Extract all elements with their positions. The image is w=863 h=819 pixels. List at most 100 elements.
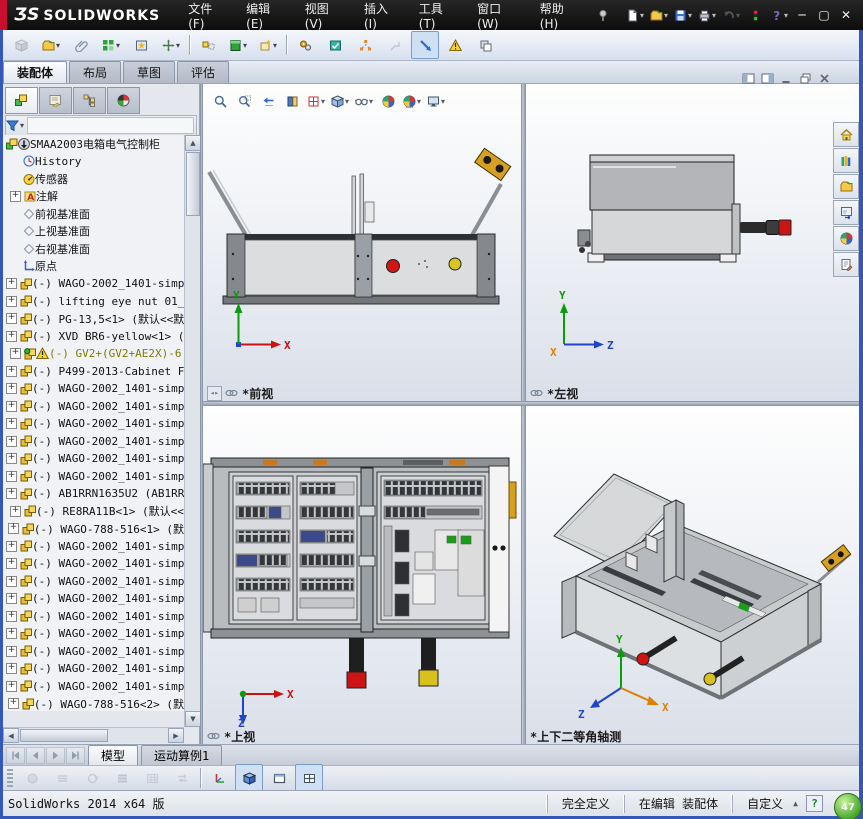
tree-item[interactable]: + (-) GV2+(GV2+AE2X)-6: [3, 345, 184, 363]
dropdown-arrow-icon[interactable]: ▾: [321, 97, 325, 106]
filter-results-button[interactable]: [108, 764, 136, 792]
tab-motion-study-1[interactable]: 运动算例1: [141, 745, 223, 765]
tree-item[interactable]: + (-) WAGO-2002_1401-simp: [3, 660, 184, 678]
dropdown-arrow-icon[interactable]: ▾: [243, 41, 247, 50]
tab-assembly[interactable]: 装配体: [3, 61, 68, 83]
expand-toggle[interactable]: +: [6, 365, 17, 377]
minimize-window-button[interactable]: ─: [791, 6, 813, 24]
tree-item[interactable]: + (-) XVD BR6-yellow<1> (: [3, 328, 184, 346]
motion-study-button[interactable]: [291, 31, 319, 59]
single-viewport-button[interactable]: [265, 764, 293, 792]
expand-toggle[interactable]: +: [6, 645, 17, 657]
tree-item[interactable]: + (-) WAGO-2002_1401-simp: [3, 380, 184, 398]
tree-item[interactable]: + (-) PG-13,5<1> (默认<<默: [3, 310, 184, 328]
instant3d-button[interactable]: [411, 31, 439, 59]
undo-button[interactable]: ▾: [720, 3, 742, 27]
pane-scroll-corner[interactable]: ◂▸: [207, 385, 222, 401]
minimize-document-button[interactable]: [777, 71, 795, 85]
dropdown-arrow-icon[interactable]: ▾: [640, 11, 644, 20]
tree-item[interactable]: + (-) RE8RA11B<1> (默认<<: [3, 503, 184, 521]
dropdown-arrow-icon[interactable]: ▾: [736, 11, 740, 20]
zoom-to-area-button[interactable]: [232, 89, 256, 113]
section-view-button[interactable]: [280, 89, 304, 113]
filter-rotate-button[interactable]: [78, 764, 106, 792]
display-style-button[interactable]: ▾: [328, 89, 352, 113]
expand-toggle[interactable]: +: [6, 628, 17, 640]
expand-toggle[interactable]: +: [6, 418, 17, 430]
edit-component-button[interactable]: [7, 31, 35, 59]
isolate-button[interactable]: [471, 31, 499, 59]
configurationmanager-tab[interactable]: [73, 87, 106, 114]
status-help-button[interactable]: ?: [806, 795, 823, 812]
dropdown-arrow-icon[interactable]: ▾: [688, 11, 692, 20]
expand-toggle[interactable]: +: [6, 663, 17, 675]
tree-root-item[interactable]: SMAA2003电箱电气控制柜: [3, 135, 184, 153]
expand-toggle[interactable]: +: [6, 313, 17, 325]
tree-item[interactable]: + (-) lifting eye nut 01_: [3, 293, 184, 311]
pin-menu-button[interactable]: [594, 5, 613, 25]
tree-item[interactable]: + (-) WAGO-2002_1401-simp: [3, 625, 184, 643]
custom-properties-button[interactable]: [833, 252, 859, 277]
expand-toggle[interactable]: +: [6, 470, 17, 482]
table-grid-button[interactable]: [138, 764, 166, 792]
first-tab-button[interactable]: [6, 747, 25, 764]
tree-item[interactable]: + A 注解: [3, 188, 184, 206]
dropdown-arrow-icon[interactable]: ▾: [712, 11, 716, 20]
expand-toggle[interactable]: +: [6, 593, 17, 605]
assembly-features-button[interactable]: ▾: [224, 31, 252, 59]
propertymanager-tab[interactable]: [39, 87, 72, 114]
status-expand-arrow-icon[interactable]: ▲: [787, 799, 804, 808]
appearances-scenes-button[interactable]: [833, 226, 859, 251]
four-viewport-button[interactable]: [295, 764, 323, 792]
linear-component-pattern-button[interactable]: ▾: [97, 31, 125, 59]
front-viewport[interactable]: Y X ◂▸ *前视: [203, 84, 521, 401]
expand-toggle[interactable]: +: [10, 190, 21, 202]
scroll-thumb[interactable]: [186, 152, 200, 216]
status-custom-dropdown[interactable]: 自定义: [732, 794, 787, 813]
scroll-right-button[interactable]: ▶: [168, 728, 184, 743]
tree-vertical-scrollbar[interactable]: ▲ ▼: [184, 135, 201, 727]
tree-item[interactable]: + (-) WAGO-2002_1401-simp: [3, 433, 184, 451]
restore-document-button[interactable]: [796, 71, 814, 85]
exploded-view-button[interactable]: [351, 31, 379, 59]
move-component-button[interactable]: ▾: [157, 31, 185, 59]
show-hidden-components-button[interactable]: [194, 31, 222, 59]
previous-view-button[interactable]: [256, 89, 280, 113]
dropdown-arrow-icon[interactable]: ▾: [56, 41, 60, 50]
tree-item[interactable]: 原点: [3, 258, 184, 276]
scroll-left-button[interactable]: ◀: [3, 728, 19, 743]
dropdown-arrow-icon[interactable]: ▾: [417, 97, 421, 106]
expand-toggle[interactable]: +: [6, 435, 17, 447]
last-tab-button[interactable]: [66, 747, 85, 764]
tree-item[interactable]: + (-) P499-2013-Cabinet F: [3, 363, 184, 381]
solidworks-resources-button[interactable]: [833, 122, 859, 147]
mate-button[interactable]: [67, 31, 95, 59]
tree-item[interactable]: History: [3, 153, 184, 171]
expand-toggle[interactable]: +: [6, 383, 17, 395]
expand-toggle[interactable]: +: [6, 453, 17, 465]
displaymanager-tab[interactable]: [107, 87, 140, 114]
tab-model[interactable]: 模型: [88, 745, 139, 765]
view-palette-button[interactable]: [833, 200, 859, 225]
expand-toggle[interactable]: +: [10, 505, 21, 517]
new-document-button[interactable]: ▾: [624, 3, 646, 27]
expand-toggle[interactable]: +: [6, 295, 17, 307]
assemblyxpert-button[interactable]: [321, 31, 349, 59]
design-library-button[interactable]: [833, 148, 859, 173]
expand-toggle[interactable]: +: [7, 698, 19, 710]
close-document-button[interactable]: [815, 71, 833, 85]
scroll-thumb[interactable]: [20, 729, 108, 742]
tree-item[interactable]: 上视基准面: [3, 223, 184, 241]
expand-toggle[interactable]: +: [7, 523, 19, 535]
hide-show-items-button[interactable]: ▾: [352, 89, 376, 113]
smart-fasteners-button[interactable]: [127, 31, 155, 59]
explode-line-sketch-button[interactable]: [381, 31, 409, 59]
toolbar-grip[interactable]: [7, 769, 13, 787]
options-traffic-light-button[interactable]: [744, 3, 766, 27]
expand-toggle[interactable]: +: [6, 278, 17, 290]
dropdown-arrow-icon[interactable]: ▾: [369, 97, 373, 106]
filter-funnel-icon[interactable]: [6, 119, 19, 132]
tree-item[interactable]: + (-) WAGO-2002_1401-simp: [3, 590, 184, 608]
expand-toggle[interactable]: +: [6, 558, 17, 570]
tree-horizontal-scrollbar[interactable]: ◀ ▶: [3, 727, 184, 743]
